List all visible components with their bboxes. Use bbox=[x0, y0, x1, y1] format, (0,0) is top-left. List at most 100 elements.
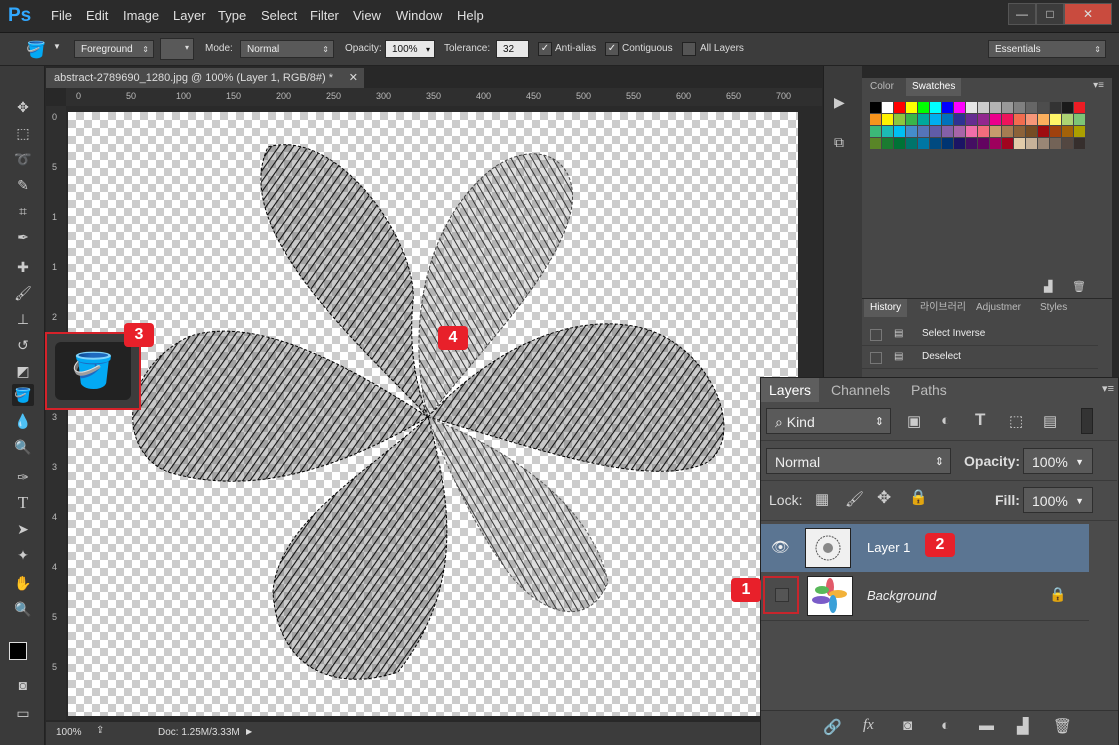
swatch[interactable] bbox=[882, 114, 893, 125]
mode-select[interactable]: Normal ⇕ bbox=[240, 40, 334, 58]
marquee-tool-icon[interactable]: ⬚ bbox=[12, 122, 34, 144]
swatch[interactable] bbox=[1038, 126, 1049, 137]
move-tool-icon[interactable]: ✥ bbox=[12, 96, 34, 118]
tab-paths[interactable]: Paths bbox=[903, 378, 955, 402]
lock-transparent-icon[interactable]: ▦ bbox=[815, 490, 829, 508]
swatch[interactable] bbox=[1062, 102, 1073, 113]
history-checkbox[interactable] bbox=[870, 329, 882, 341]
swatch[interactable] bbox=[1026, 138, 1037, 149]
blur-tool-icon[interactable]: 💧 bbox=[12, 410, 34, 432]
swatch[interactable] bbox=[894, 138, 905, 149]
swatch[interactable] bbox=[990, 138, 1001, 149]
layer-thumbnail[interactable] bbox=[807, 576, 853, 616]
paint-bucket-icon[interactable]: 🪣 bbox=[26, 40, 46, 60]
menu-type[interactable]: Type bbox=[218, 8, 246, 23]
maximize-button[interactable]: □ bbox=[1036, 3, 1064, 25]
blend-mode-select[interactable]: Normal ⇕ bbox=[766, 448, 951, 474]
swatch[interactable] bbox=[930, 102, 941, 113]
swatch[interactable] bbox=[870, 126, 881, 137]
swatch[interactable] bbox=[954, 114, 965, 125]
quick-mask-icon[interactable]: ◙ bbox=[12, 674, 34, 696]
swatch[interactable] bbox=[978, 126, 989, 137]
paint-bucket-tool-icon[interactable]: 🪣 bbox=[12, 384, 34, 406]
swatch[interactable] bbox=[978, 114, 989, 125]
swatch[interactable] bbox=[1002, 102, 1013, 113]
history-item[interactable]: ▤ Deselect bbox=[862, 346, 1098, 369]
history-brush-tool-icon[interactable]: ↺ bbox=[12, 334, 34, 356]
swatch[interactable] bbox=[942, 102, 953, 113]
swatch[interactable] bbox=[1014, 102, 1025, 113]
smart-object-filter-icon[interactable]: ▤ bbox=[1043, 412, 1057, 430]
swatch[interactable] bbox=[1050, 102, 1061, 113]
menu-help[interactable]: Help bbox=[457, 8, 484, 23]
new-swatch-icon[interactable]: ▟ bbox=[1044, 280, 1052, 293]
swatch[interactable] bbox=[1062, 114, 1073, 125]
layer-filter-select[interactable]: ⌕ Kind ⇕ bbox=[766, 408, 891, 434]
filter-toggle[interactable] bbox=[1081, 408, 1093, 434]
swatch[interactable] bbox=[1074, 114, 1085, 125]
panel-menu-icon[interactable]: ▾≡ bbox=[1093, 80, 1104, 91]
swatch[interactable] bbox=[1002, 138, 1013, 149]
shape-tool-icon[interactable]: ✦ bbox=[12, 544, 34, 566]
layer-name[interactable]: Layer 1 bbox=[867, 540, 910, 555]
tab-history[interactable]: History bbox=[864, 299, 908, 317]
pixel-filter-icon[interactable]: ▣ bbox=[907, 412, 921, 430]
swatch[interactable] bbox=[1038, 114, 1049, 125]
menu-file[interactable]: File bbox=[51, 8, 72, 23]
close-button[interactable]: ✕ bbox=[1064, 3, 1112, 25]
tab-styles[interactable]: Styles bbox=[1034, 299, 1073, 317]
link-layers-icon[interactable]: 🔗 bbox=[823, 718, 842, 736]
eye-icon[interactable]: 👁 bbox=[771, 538, 790, 556]
add-mask-icon[interactable]: ◙ bbox=[903, 717, 912, 734]
lock-all-icon[interactable]: 🔒 bbox=[909, 488, 928, 506]
swatch[interactable] bbox=[966, 126, 977, 137]
swatch[interactable] bbox=[918, 102, 929, 113]
trash-icon[interactable]: 🗑 bbox=[1072, 280, 1086, 293]
swatch[interactable] bbox=[906, 126, 917, 137]
swatch[interactable] bbox=[942, 138, 953, 149]
swatch[interactable] bbox=[1026, 126, 1037, 137]
foreground-color-swatch[interactable] bbox=[9, 642, 27, 660]
lasso-tool-icon[interactable]: ➰ bbox=[12, 148, 34, 170]
swatch[interactable] bbox=[906, 138, 917, 149]
path-select-tool-icon[interactable]: ➤ bbox=[12, 518, 34, 540]
panel-menu-icon[interactable]: ▾≡ bbox=[1102, 382, 1114, 395]
layer-row-background[interactable]: Background 🔒 bbox=[761, 572, 1089, 621]
tolerance-input[interactable]: 32 bbox=[496, 40, 529, 58]
new-layer-icon[interactable]: ▟ bbox=[1017, 717, 1029, 735]
fill-source-select[interactable]: Foreground ⇕ bbox=[74, 40, 154, 58]
swatch[interactable] bbox=[894, 126, 905, 137]
swatch[interactable] bbox=[918, 138, 929, 149]
swatch[interactable] bbox=[966, 138, 977, 149]
clone-stamp-tool-icon[interactable]: ⊥ bbox=[12, 308, 34, 330]
lock-position-icon[interactable]: ✥ bbox=[877, 488, 891, 508]
swatch[interactable] bbox=[990, 126, 1001, 137]
healing-brush-tool-icon[interactable]: ✚ bbox=[12, 256, 34, 278]
chevron-down-icon[interactable]: ▼ bbox=[53, 42, 61, 51]
swatch[interactable] bbox=[990, 102, 1001, 113]
swatch[interactable] bbox=[906, 114, 917, 125]
type-filter-icon[interactable]: T bbox=[975, 410, 985, 430]
swatch[interactable] bbox=[918, 114, 929, 125]
swatch[interactable] bbox=[954, 126, 965, 137]
swatch[interactable] bbox=[990, 114, 1001, 125]
menu-layer[interactable]: Layer bbox=[173, 8, 206, 23]
swatch[interactable] bbox=[1074, 102, 1085, 113]
minimize-button[interactable]: — bbox=[1008, 3, 1036, 25]
document-canvas[interactable] bbox=[68, 112, 798, 716]
fx-icon[interactable]: fx bbox=[863, 717, 874, 734]
swatch[interactable] bbox=[966, 114, 977, 125]
swatch[interactable] bbox=[1002, 114, 1013, 125]
swatch[interactable] bbox=[882, 102, 893, 113]
tab-channels[interactable]: Channels bbox=[823, 378, 898, 402]
canvas-area[interactable] bbox=[66, 106, 822, 720]
play-actions-icon[interactable]: ▶ bbox=[834, 94, 845, 111]
tab-adjustments[interactable]: Adjustmer bbox=[970, 299, 1027, 317]
zoom-level[interactable]: 100% bbox=[56, 727, 82, 738]
quick-select-tool-icon[interactable]: ✎ bbox=[12, 174, 34, 196]
swatch[interactable] bbox=[1050, 138, 1061, 149]
swatch[interactable] bbox=[882, 126, 893, 137]
swatch[interactable] bbox=[1074, 126, 1085, 137]
swatch[interactable] bbox=[978, 102, 989, 113]
swatch[interactable] bbox=[1062, 126, 1073, 137]
